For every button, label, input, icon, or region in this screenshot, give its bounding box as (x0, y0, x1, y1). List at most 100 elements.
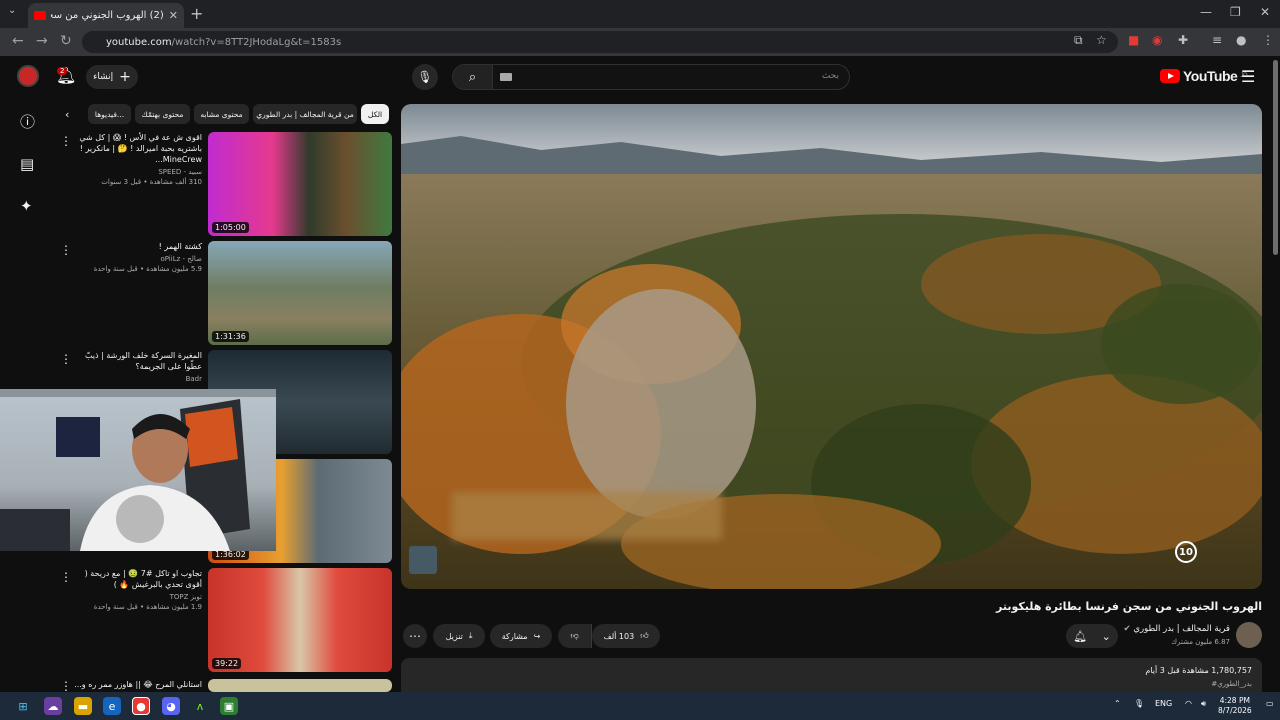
volume-icon[interactable]: 🔊︎ (1201, 699, 1206, 709)
rec-thumbnail[interactable]: 1:31:36 (208, 241, 392, 345)
maximize-icon[interactable]: ❐ (1230, 5, 1241, 19)
dislike-button[interactable]: 👎︎ (558, 624, 592, 648)
more-actions-icon[interactable]: ⋮ (60, 570, 72, 584)
tab-search-icon[interactable]: ⌄ (8, 5, 16, 16)
list-item[interactable]: ⋮ تجاوب او تاكل #7 🤢 | مع دريحة ( أقوى ت… (60, 568, 392, 674)
more-actions-icon[interactable]: ⋮ (60, 679, 72, 692)
tray-mic-icon[interactable]: 🎙︎ (1134, 699, 1144, 708)
discord-icon[interactable]: ◕ (162, 697, 180, 715)
download-button[interactable]: ⤓ تنزيل (433, 624, 485, 648)
profile-icon[interactable]: ● (1236, 33, 1246, 47)
wifi-icon[interactable]: ◠ (1185, 699, 1192, 708)
new-tab-button[interactable]: + (190, 4, 203, 23)
youtube-logo[interactable]: YouTube JO (1160, 68, 1247, 84)
rec-channel[interactable]: صالح - oPiiLz (72, 255, 202, 263)
rec-title[interactable]: تجاوب او تاكل #7 🤢 | مع دريحة ( أقوى تحد… (72, 568, 202, 590)
rec-duration: 1:05:00 (212, 222, 249, 233)
rec-thumbnail[interactable]: 1:05:00 (208, 132, 392, 236)
list-item[interactable]: ⋮ كشتة الهمر ! صالح - oPiiLz 5.9 مليون م… (60, 241, 392, 345)
info-icon[interactable]: ⓘ (20, 111, 35, 132)
app-a-icon[interactable]: ʌ (191, 697, 209, 715)
keyboard-icon[interactable] (500, 73, 512, 81)
minimize-icon[interactable]: — (1200, 5, 1212, 19)
taskbar-clock[interactable]: 4:28 PM 8/7/2026 (1218, 696, 1252, 716)
chip-similar[interactable]: محتوى مشابه (194, 104, 249, 124)
voice-search-mic-icon[interactable]: 🎙︎ (412, 64, 438, 90)
chip-videos[interactable]: فيديوها... (88, 104, 131, 124)
more-actions-button[interactable]: ⋯ (403, 624, 427, 648)
browser-menu-icon[interactable]: ⋮ (1262, 33, 1274, 47)
more-actions-icon[interactable]: ⋮ (60, 134, 72, 148)
tray-chevron-icon[interactable]: ⌃ (1114, 699, 1121, 708)
chevron-down-icon: ⌄ (1101, 629, 1111, 643)
chrome-browser-icon[interactable]: ● (132, 697, 150, 715)
tab-youtube[interactable]: (2) الهروب الجنوني من سجن فرنسا ✕ (28, 3, 184, 28)
dislike-icon: 👎︎ (570, 631, 579, 640)
start-windows-icon[interactable]: ⊞ (14, 697, 32, 715)
back-icon[interactable]: ← (12, 33, 24, 49)
tab-close-icon[interactable]: ✕ (169, 9, 178, 22)
widgets-icon[interactable]: ☁ (44, 697, 62, 715)
rec-thumbnail[interactable] (208, 679, 392, 692)
extensions-puzzle-icon[interactable]: ✚ (1178, 33, 1188, 47)
rec-title[interactable]: كشتة الهمر ! (72, 241, 202, 252)
chips-scroll-left-icon[interactable]: ‹ (65, 108, 69, 121)
notification-center-icon[interactable]: ▭ (1266, 699, 1274, 708)
forward-icon[interactable]: → (36, 33, 48, 49)
bookmark-star-icon[interactable]: ☆ (1096, 33, 1107, 47)
share-button[interactable]: ↪ مشاركة (490, 624, 552, 648)
rec-title[interactable]: المغيرة السركة خلف الورشة | ذيبّ عطّوا ع… (72, 350, 202, 372)
url-host: youtube.com (106, 36, 172, 48)
youtube-favicon-icon (34, 11, 46, 20)
list-item[interactable]: ⋮ استانلي المرح 😂 || هاوزر ممر ره و... (60, 679, 392, 692)
page-scrollbar[interactable] (1273, 60, 1278, 255)
search-box[interactable]: ⌕ بحث (452, 64, 850, 90)
extension-red-icon[interactable]: ■ (1128, 33, 1139, 47)
description-tags[interactable]: #بدر_الطوري (1211, 680, 1252, 688)
list-item[interactable]: ⋮ اقوى ش عة في الأس ! 😱 | كل شي باشتريه … (60, 132, 392, 236)
rec-channel[interactable]: توبز TOPZ (72, 593, 202, 601)
channel-avatar[interactable] (1236, 622, 1262, 648)
rec-views: 310 ألف مشاهدة • قبل 3 سنوات (101, 178, 202, 186)
logo-text: YouTube (1183, 68, 1238, 84)
chip-channel[interactable]: من قرية المجالف | بدر الطوري (253, 104, 357, 124)
more-actions-icon[interactable]: ⋮ (60, 352, 72, 366)
chat-icon[interactable]: ▤ (20, 155, 34, 173)
extension-shield-icon[interactable]: ◉ (1152, 33, 1162, 47)
app-green-icon[interactable]: ▣ (220, 697, 238, 715)
file-explorer-icon[interactable]: ▬ (74, 697, 92, 715)
chip-for-you[interactable]: محتوى بهتمّك (135, 104, 190, 124)
chip-all[interactable]: الكل (361, 104, 389, 124)
channel-watermark[interactable] (409, 546, 437, 574)
sparkle-icon[interactable]: ✦ (20, 197, 33, 215)
bell-icon: 🔔︎ (1073, 629, 1088, 643)
verified-icon: ✔ (1123, 624, 1131, 634)
more-actions-icon[interactable]: ⋮ (60, 243, 72, 257)
search-placeholder: بحث (821, 71, 839, 81)
download-icon: ⤓ (468, 631, 473, 640)
youtube-play-icon (1160, 69, 1180, 83)
browser-tab-strip: ⌄ (2) الهروب الجنوني من سجن فرنسا ✕ + — … (0, 0, 1280, 28)
window-close-icon[interactable]: ✕ (1260, 5, 1270, 19)
edge-browser-icon[interactable]: e (103, 697, 121, 715)
reading-list-icon[interactable]: ≡ (1212, 33, 1222, 47)
rec-duration: 1:31:36 (212, 331, 249, 342)
address-bar[interactable]: youtube.com/watch?v=8TT2JHodaLg&t=1583s (82, 31, 1118, 53)
like-button[interactable]: 👍︎ 103 ألف (592, 624, 660, 648)
rec-title[interactable]: اقوى ش عة في الأس ! 😱 | كل شي باشتريه بح… (72, 132, 202, 165)
rec-channel[interactable]: سبيد - SPEED (72, 168, 202, 176)
rec-thumbnail[interactable]: 39:22 (208, 568, 392, 672)
streamer-webcam-image (0, 389, 276, 551)
install-app-icon[interactable]: ⧉ (1074, 33, 1083, 48)
hamburger-menu-icon[interactable]: ☰ (1241, 67, 1255, 86)
account-avatar[interactable] (17, 65, 39, 87)
rec-channel[interactable]: Badr (72, 375, 202, 383)
create-label: إنشاء (93, 72, 114, 82)
subscribed-button[interactable]: 🔔︎ ⌄ (1066, 624, 1118, 648)
language-indicator[interactable]: ENG (1155, 699, 1172, 708)
create-button[interactable]: إنشاء + (86, 65, 138, 89)
reload-icon[interactable]: ↻ (60, 33, 72, 49)
rec-title[interactable]: استانلي المرح 😂 || هاوزر ممر ره و... (72, 679, 202, 690)
plus-icon: + (119, 69, 131, 85)
search-icon[interactable]: ⌕ (453, 65, 493, 89)
